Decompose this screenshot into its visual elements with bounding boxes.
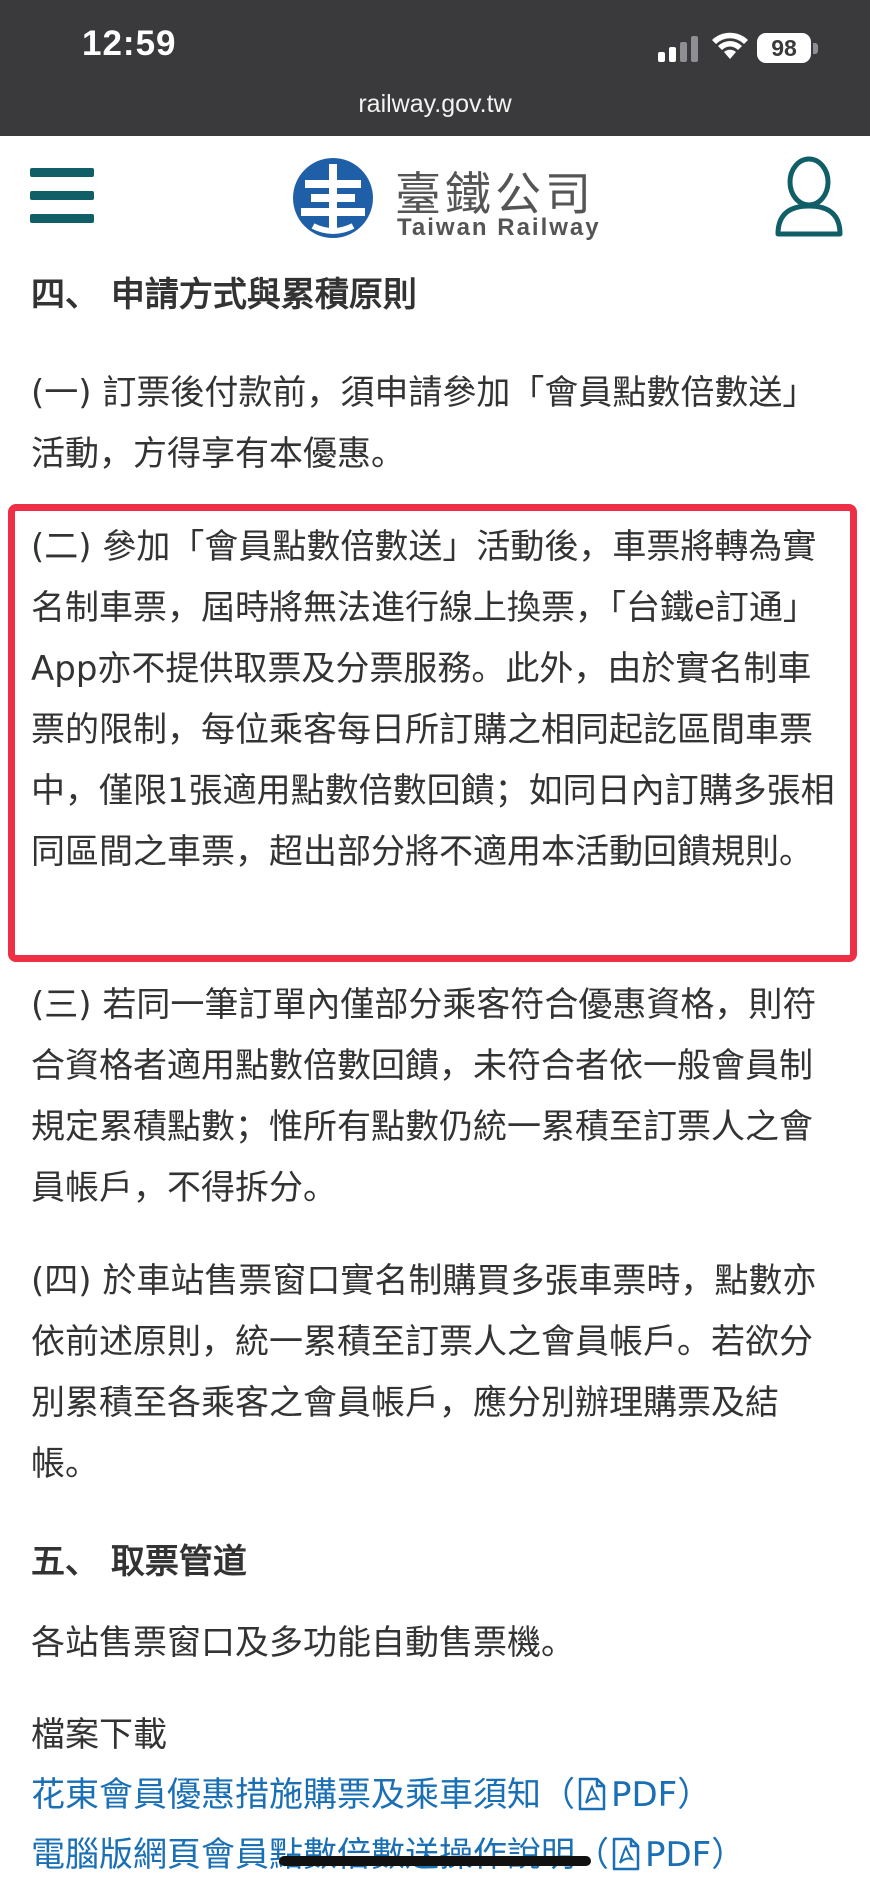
status-bar: 12:59 98 railway.gov.tw [0,0,870,136]
section-heading-5: 五、 取票管道 [31,1542,247,1582]
rule-paragraph-3: (三) 若同一筆訂單內僅部分乘客符合優惠資格，則符合資格者適用點數倍數回饋，未符… [31,985,817,1208]
pickup-text: 各站售票窗口及多功能自動售票機。 [31,1623,575,1663]
taiwan-railway-logo-icon [293,158,373,238]
download-link-hualien-taitung[interactable]: 花東會員優惠措施購票及乘車須知（ PDF） [31,1770,711,1820]
link-close: ） [677,1775,712,1815]
download-link-web-guide[interactable]: 電腦版網頁會員點數倍數送操作說明（ PDF） [31,1830,745,1880]
pdf-icon [578,1777,606,1811]
url-bar[interactable]: railway.gov.tw [0,90,870,119]
user-account-icon[interactable] [774,156,844,238]
link-text: 電腦版網頁會員點數倍數送操作說明（ [31,1835,609,1875]
clock: 12:59 [82,24,177,63]
pdf-icon [612,1837,640,1871]
cellular-signal-icon [658,36,698,62]
wifi-icon [712,32,748,59]
home-indicator[interactable] [279,1856,591,1866]
link-text: 花東會員優惠措施購票及乘車須知（ [31,1775,575,1815]
site-name-en: Taiwan Railway [397,214,601,241]
site-logo[interactable]: 臺鐵公司 Taiwan Railway [291,152,599,242]
link-type: PDF [611,1775,678,1815]
rule-paragraph-4: (四) 於車站售票窗口實名制購買多張車票時，點數亦依前述原則，統一累積至訂票人之… [31,1261,817,1484]
battery-cap [813,43,818,54]
main-content: 四、 申請方式與累積原則 [31,256,841,344]
hamburger-menu-icon[interactable] [30,168,94,224]
rule-paragraph-1: (一) 訂票後付款前，須申請參加「會員點數倍數送」活動，方得享有本優惠。 [31,373,817,474]
battery-icon: 98 [757,33,811,63]
link-type: PDF [645,1835,712,1875]
downloads-label: 檔案下載 [31,1715,167,1755]
link-close: ） [711,1835,746,1875]
rule-paragraph-2: (二) 參加「會員點數倍數送」活動後，車票將轉為實名制車票，屆時將無法進行線上換… [31,527,835,872]
section-heading-4: 四、 申請方式與累積原則 [31,275,417,315]
site-header: 臺鐵公司 Taiwan Railway [0,136,870,256]
